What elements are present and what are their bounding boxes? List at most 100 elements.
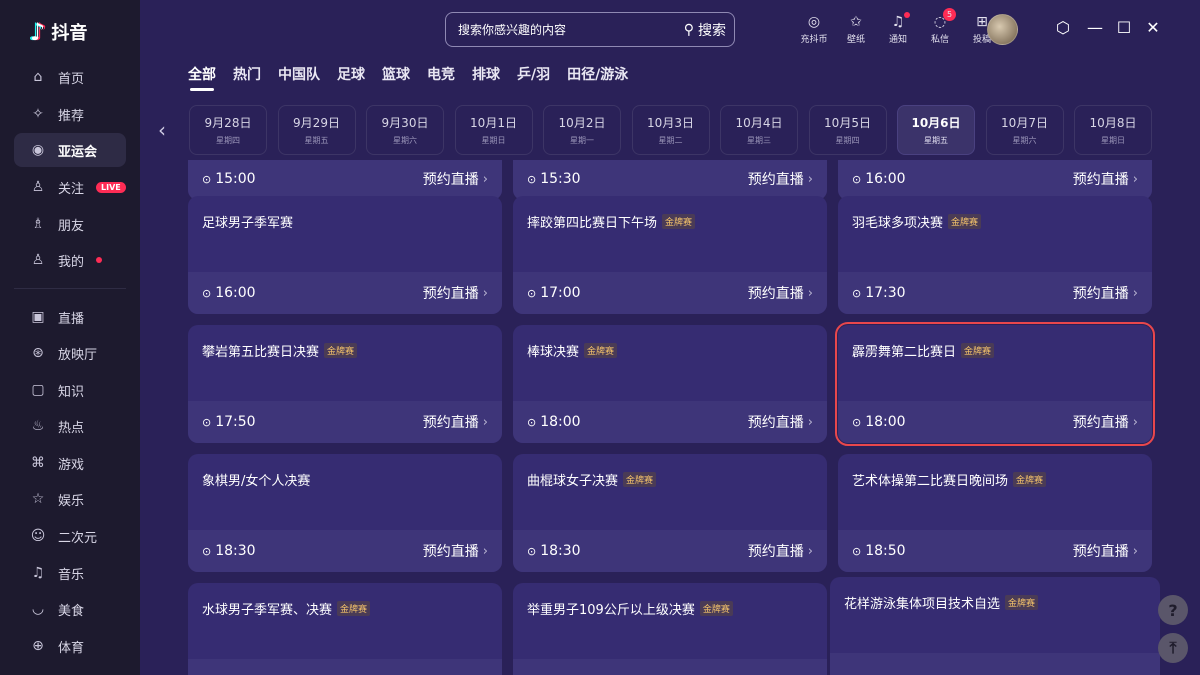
book-live-label: 预约直播 <box>422 544 479 560</box>
top-icon-message[interactable]: ◌ 私信 5 <box>926 8 956 45</box>
event-card[interactable]: 举重男子109公斤以上级决赛 金牌赛 <box>513 583 827 675</box>
event-title: 举重男子109公斤以上级决赛 金牌赛 <box>527 599 733 618</box>
event-card[interactable]: 棒球决赛 金牌赛 ⊙ 18:00 预约直播 › <box>513 325 827 443</box>
book-live-button[interactable]: 预约直播 › <box>423 169 488 189</box>
date-tab[interactable]: 9月28日 星期四 <box>189 105 267 155</box>
tab-category[interactable]: 足球 <box>337 64 365 84</box>
date-tab[interactable]: 10月4日 星期三 <box>720 105 798 155</box>
tab-category[interactable]: 电竞 <box>427 64 455 84</box>
book-live-button[interactable]: 预约直播 › <box>748 169 813 189</box>
close-button[interactable]: ✕ <box>1143 18 1163 37</box>
event-card[interactable]: 摔跤第四比赛日下午场 金牌赛 ⊙ 17:00 预约直播 › <box>513 196 827 314</box>
tab-category[interactable]: 乒/羽 <box>517 64 550 84</box>
clock-icon: ⊙ <box>852 415 862 429</box>
tab-category[interactable]: 中国队 <box>278 64 320 84</box>
event-card[interactable]: 霹雳舞第二比赛日 金牌赛 ⊙ 18:00 预约直播 › <box>835 322 1155 446</box>
book-live-button[interactable]: 预约直播 › <box>1073 283 1138 303</box>
event-card[interactable]: 曲棍球女子决赛 金牌赛 ⊙ 18:30 预约直播 › <box>513 454 827 572</box>
back-to-top-button[interactable]: ⤒ <box>1158 633 1188 663</box>
tab-category[interactable]: 排球 <box>472 64 500 84</box>
sidebar-item-3[interactable]: ♙ 关注 LIVE <box>14 170 126 204</box>
book-live-button[interactable]: 预约直播 › <box>748 412 813 432</box>
event-card[interactable]: 象棋男/女个人决赛 ⊙ 18:30 预约直播 › <box>188 454 502 572</box>
sidebar-item-0[interactable]: ⌂ 首页 <box>14 60 126 94</box>
event-card[interactable]: ⊙ 15:00 预约直播 › <box>188 160 502 200</box>
chevron-right-icon: › <box>807 414 813 430</box>
chevron-right-icon: › <box>482 543 488 559</box>
book-live-label: 预约直播 <box>747 286 804 302</box>
top-icon-label: 通知 <box>888 35 907 45</box>
event-name: 花样游泳集体项目技术自选 <box>844 597 1001 612</box>
clock-icon: ⊙ <box>852 544 862 558</box>
maximize-button[interactable]: ☐ <box>1114 18 1134 37</box>
sidebar-item-12[interactable]: ☺ 二次元 <box>14 519 126 553</box>
top-icon-coin[interactable]: ◎ 充抖币 <box>800 12 828 45</box>
event-card[interactable]: 艺术体操第二比赛日晚间场 金牌赛 ⊙ 18:50 预约直播 › <box>838 454 1152 572</box>
sidebar-item-15[interactable]: ⊕ 体育 <box>14 629 126 663</box>
event-card[interactable]: 花样游泳集体项目技术自选 金牌赛 <box>830 577 1160 675</box>
book-live-button[interactable]: 预约直播 › <box>1073 169 1138 189</box>
date-tab[interactable]: 9月30日 星期六 <box>366 105 444 155</box>
clock-icon: ⊙ <box>202 415 212 429</box>
event-card[interactable]: 足球男子季军赛 ⊙ 16:00 预约直播 › <box>188 196 502 314</box>
date-tab[interactable]: 10月3日 星期二 <box>631 105 710 155</box>
event-card[interactable]: 攀岩第五比赛日决赛 金牌赛 ⊙ 17:50 预约直播 › <box>188 325 502 443</box>
sidebar-item-6[interactable]: ▣ 直播 <box>14 300 126 334</box>
book-live-button[interactable]: 预约直播 › <box>1073 412 1138 432</box>
sidebar-item-14[interactable]: ◡ 美食 <box>14 592 126 626</box>
top-icon-wallpaper[interactable]: ✩ 壁纸 <box>842 12 870 45</box>
date-tab[interactable]: 10月6日 星期五 <box>897 105 975 155</box>
date-tab[interactable]: 9月29日 星期五 <box>277 105 356 155</box>
event-card[interactable]: 羽毛球多项决赛 金牌赛 ⊙ 17:30 预约直播 › <box>838 196 1152 314</box>
clock-icon: ⊙ <box>202 286 212 300</box>
event-card[interactable]: 水球男子季军赛、决赛 金牌赛 <box>188 583 502 675</box>
sidebar-item-4[interactable]: ♗ 朋友 <box>14 207 126 241</box>
search-box[interactable]: ⚲ 搜索 <box>445 12 735 47</box>
tab-category[interactable]: 全部 <box>188 64 216 84</box>
minimize-button[interactable]: — <box>1085 18 1105 37</box>
chevron-right-icon: › <box>482 414 488 430</box>
event-card[interactable]: ⊙ 16:00 预约直播 › <box>838 160 1152 200</box>
sidebar-item-5[interactable]: ♙ 我的 <box>14 243 126 277</box>
sidebar-item-13[interactable]: ♫ 音乐 <box>14 556 126 590</box>
clock-icon: ⊙ <box>527 172 537 186</box>
date-tab[interactable]: 10月5日 星期四 <box>808 105 887 155</box>
tab-category[interactable]: 篮球 <box>382 64 410 84</box>
event-card[interactable]: ⊙ 15:30 预约直播 › <box>513 160 827 200</box>
tab-category[interactable]: 热门 <box>233 64 261 84</box>
sidebar-item-2[interactable]: ◉ 亚运会 <box>14 133 126 167</box>
date-label: 10月8日 <box>1089 116 1137 130</box>
settings-hex-icon[interactable]: ⬡ <box>1053 18 1073 37</box>
top-icon-bell[interactable]: ♫ 通知 <box>884 12 912 45</box>
help-button[interactable]: ? <box>1158 595 1188 625</box>
message-count-badge: 5 <box>943 8 956 21</box>
start-time: ⊙ 16:00 <box>852 171 906 187</box>
weekday-label: 星期五 <box>304 136 329 145</box>
avatar[interactable] <box>987 14 1018 45</box>
tab-category[interactable]: 田径/游泳 <box>567 64 628 84</box>
sidebar-item-10[interactable]: ⌘ 游戏 <box>14 446 126 480</box>
date-tab[interactable]: 10月2日 星期一 <box>543 105 621 155</box>
sidebar-item-1[interactable]: ✧ 推荐 <box>14 97 126 131</box>
date-tab[interactable]: 10月8日 星期日 <box>1074 105 1152 155</box>
search-input[interactable] <box>458 22 684 37</box>
event-title: 羽毛球多项决赛 金牌赛 <box>852 212 982 231</box>
category-tabs: 全部 热门 中国队 足球 篮球 电竞 排球 乒/羽 田径/游泳 <box>188 64 628 84</box>
book-live-button[interactable]: 预约直播 › <box>748 541 813 561</box>
search-button[interactable]: ⚲ 搜索 <box>684 20 734 40</box>
book-live-button[interactable]: 预约直播 › <box>1073 541 1138 561</box>
sidebar-item-7[interactable]: ⊛ 放映厅 <box>14 336 126 370</box>
sidebar-item-11[interactable]: ☆ 娱乐 <box>14 482 126 516</box>
date-prev-chevron-icon[interactable]: ‹ <box>158 118 166 142</box>
date-tab[interactable]: 10月1日 星期日 <box>454 105 533 155</box>
card-footer: ⊙ 15:00 预约直播 › <box>188 160 502 200</box>
sidebar-item-9[interactable]: ♨ 热点 <box>14 409 126 443</box>
book-live-button[interactable]: 预约直播 › <box>423 541 488 561</box>
date-tab[interactable]: 10月7日 星期六 <box>985 105 1064 155</box>
app-logo[interactable]: ♪ 抖音 <box>30 18 87 46</box>
sidebar-item-8[interactable]: ▢ 知识 <box>14 373 126 407</box>
time-label: 18:00 <box>865 414 906 430</box>
book-live-button[interactable]: 预约直播 › <box>748 283 813 303</box>
book-live-button[interactable]: 预约直播 › <box>423 412 488 432</box>
book-live-button[interactable]: 预约直播 › <box>423 283 488 303</box>
